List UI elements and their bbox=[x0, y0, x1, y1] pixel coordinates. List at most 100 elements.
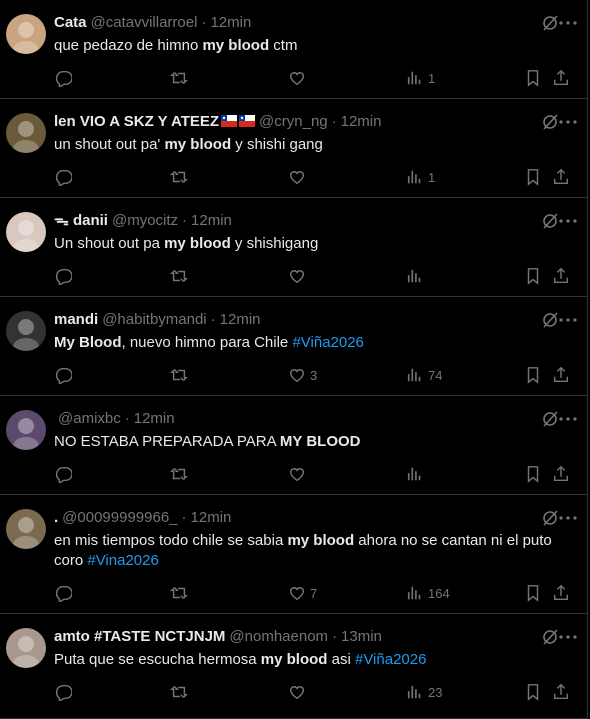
like-button[interactable] bbox=[288, 682, 310, 702]
avatar[interactable] bbox=[6, 509, 46, 549]
timestamp[interactable]: 12min bbox=[191, 509, 232, 526]
retweet-button[interactable] bbox=[170, 464, 188, 484]
more-icon[interactable] bbox=[557, 628, 579, 646]
tweet[interactable]: ᯓ danii @myocitz · 12min Un shout out pa my … bbox=[0, 198, 588, 297]
retweet-button[interactable] bbox=[170, 682, 188, 702]
reply-icon bbox=[54, 465, 72, 483]
highlight-text: my blood bbox=[164, 136, 232, 153]
retweet-button[interactable] bbox=[170, 365, 188, 385]
bookmark-button[interactable] bbox=[524, 464, 542, 484]
share-button[interactable] bbox=[552, 365, 570, 385]
timestamp[interactable]: 12min bbox=[341, 113, 382, 130]
more-icon[interactable] bbox=[557, 311, 579, 329]
retweet-button[interactable] bbox=[170, 266, 188, 286]
display-name[interactable]: len VIO A SKZ Y ATEEZ bbox=[54, 113, 219, 130]
avatar[interactable] bbox=[6, 410, 46, 450]
action-bar: 23 bbox=[54, 682, 574, 702]
bookmark-button[interactable] bbox=[524, 266, 542, 286]
more-icon[interactable] bbox=[557, 113, 579, 131]
retweet-button[interactable] bbox=[170, 583, 188, 603]
share-button[interactable] bbox=[552, 266, 570, 286]
reply-button[interactable] bbox=[54, 682, 72, 702]
more-icon[interactable] bbox=[557, 14, 579, 32]
avatar[interactable] bbox=[6, 113, 46, 153]
like-button[interactable]: 3 bbox=[288, 365, 317, 385]
reply-button[interactable] bbox=[54, 365, 72, 385]
more-icon[interactable] bbox=[557, 509, 579, 527]
timestamp[interactable]: 12min bbox=[220, 311, 261, 328]
share-button[interactable] bbox=[552, 464, 570, 484]
more-icon[interactable] bbox=[557, 212, 579, 230]
hashtag-link[interactable]: #Viña2026 bbox=[355, 651, 426, 668]
avatar[interactable] bbox=[6, 14, 46, 54]
views-chart-icon bbox=[406, 267, 424, 285]
tweet[interactable]: len VIO A SKZ Y ATEEZ @cryn_ng · 12min un sh… bbox=[0, 99, 588, 198]
avatar[interactable] bbox=[6, 311, 46, 351]
share-button[interactable] bbox=[552, 68, 570, 88]
views-button[interactable]: 164 bbox=[406, 583, 450, 603]
display-name[interactable]: Cata bbox=[54, 14, 87, 31]
retweet-button[interactable] bbox=[170, 68, 188, 88]
user-handle[interactable]: @cryn_ng bbox=[259, 113, 328, 130]
bookmark-button[interactable] bbox=[524, 68, 542, 88]
text-segment: asi bbox=[327, 651, 355, 668]
views-chart-icon bbox=[406, 168, 424, 186]
tweet[interactable]: amto #TASTE NCTJNJM @nomhaenom · 13min Puta … bbox=[0, 614, 588, 719]
views-chart-icon bbox=[406, 366, 424, 384]
views-button[interactable]: 74 bbox=[406, 365, 442, 385]
views-button[interactable] bbox=[406, 266, 428, 286]
more-icon[interactable] bbox=[557, 410, 579, 428]
views-chart-icon bbox=[406, 465, 424, 483]
share-button[interactable] bbox=[552, 583, 570, 603]
share-button[interactable] bbox=[552, 167, 570, 187]
like-button[interactable]: 7 bbox=[288, 583, 317, 603]
user-handle[interactable]: @00099999966_ bbox=[62, 509, 177, 526]
like-button[interactable] bbox=[288, 464, 310, 484]
user-handle[interactable]: @nomhaenom bbox=[229, 628, 328, 645]
timestamp[interactable]: 12min bbox=[210, 14, 251, 31]
retweet-button[interactable] bbox=[170, 167, 188, 187]
views-button[interactable]: 23 bbox=[406, 682, 442, 702]
bookmark-button[interactable] bbox=[524, 365, 542, 385]
bookmark-button[interactable] bbox=[524, 682, 542, 702]
views-button[interactable] bbox=[406, 464, 428, 484]
tweet[interactable]: . @00099999966_ · 12min en mis tiempos todo … bbox=[0, 495, 588, 614]
user-handle[interactable]: @catavvillarroel bbox=[91, 14, 198, 31]
timestamp[interactable]: 12min bbox=[191, 212, 232, 229]
display-name[interactable]: amto #TASTE NCTJNJM bbox=[54, 628, 225, 645]
tweet[interactable]: Cata @catavvillarroel · 12min que pedazo de … bbox=[0, 0, 588, 99]
like-button[interactable] bbox=[288, 68, 310, 88]
reply-button[interactable] bbox=[54, 266, 72, 286]
hashtag-link[interactable]: #Viña2026 bbox=[292, 334, 363, 351]
separator-dot: · bbox=[331, 113, 337, 130]
heart-icon bbox=[288, 69, 306, 87]
reply-button[interactable] bbox=[54, 464, 72, 484]
display-name[interactable]: . bbox=[54, 509, 58, 526]
user-handle[interactable]: @myocitz bbox=[112, 212, 178, 229]
reply-button[interactable] bbox=[54, 167, 72, 187]
views-button[interactable]: 1 bbox=[406, 167, 435, 187]
avatar[interactable] bbox=[6, 212, 46, 252]
reply-button[interactable] bbox=[54, 583, 72, 603]
hashtag-link[interactable]: #Vina2026 bbox=[87, 552, 158, 569]
bookmark-button[interactable] bbox=[524, 583, 542, 603]
like-button[interactable] bbox=[288, 266, 310, 286]
display-name[interactable]: ᯓ danii bbox=[54, 212, 108, 229]
display-name[interactable]: mandi bbox=[54, 311, 98, 328]
timestamp[interactable]: 13min bbox=[341, 628, 382, 645]
views-button[interactable]: 1 bbox=[406, 68, 435, 88]
like-button[interactable] bbox=[288, 167, 310, 187]
share-button[interactable] bbox=[552, 682, 570, 702]
user-handle[interactable]: @habitbymandi bbox=[102, 311, 206, 328]
timestamp[interactable]: 12min bbox=[134, 410, 175, 427]
user-handle[interactable]: @amixbc bbox=[58, 410, 121, 427]
bookmark-button[interactable] bbox=[524, 167, 542, 187]
reply-button[interactable] bbox=[54, 68, 72, 88]
retweet-icon bbox=[170, 366, 188, 384]
text-segment: un shout out pa' bbox=[54, 136, 165, 153]
avatar[interactable] bbox=[6, 628, 46, 668]
bookmark-icon bbox=[524, 683, 542, 701]
heart-icon bbox=[288, 366, 306, 384]
tweet[interactable]: mandi @habitbymandi · 12min My Blood, nuevo … bbox=[0, 297, 588, 396]
tweet[interactable]: @amixbc · 12min NO ESTABA PREPARADA PARA MY… bbox=[0, 396, 588, 495]
